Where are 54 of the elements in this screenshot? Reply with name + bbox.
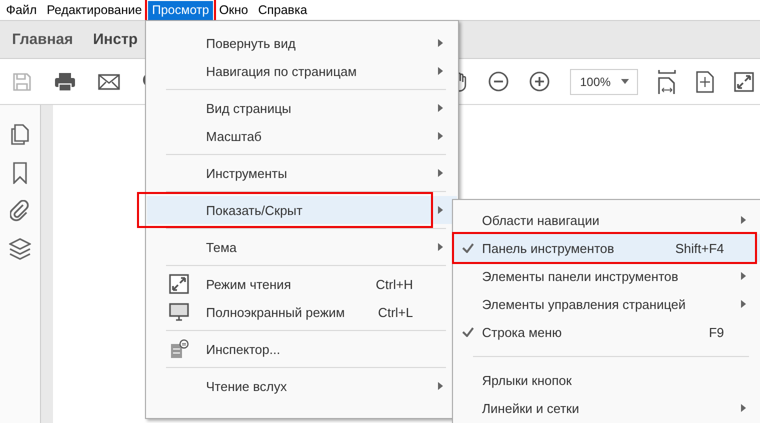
- zoom-dropdown[interactable]: 100%: [570, 68, 638, 94]
- submenu-arrow-icon: [438, 169, 442, 177]
- submenu-arrow-icon: [740, 300, 746, 308]
- submenu-arrow-icon: [438, 132, 442, 140]
- menu-item[interactable]: Справка: [254, 0, 312, 20]
- menu-item[interactable]: Редактирование: [42, 0, 146, 20]
- monitor-icon: [168, 302, 188, 322]
- menu-item[interactable]: Полноэкранный режим Ctrl+L: [147, 298, 457, 326]
- zoom-in-icon[interactable]: [529, 71, 550, 92]
- menu-item[interactable]: Инспектор...: [147, 335, 457, 363]
- menu-item[interactable]: Вид страницы: [147, 94, 457, 122]
- checkmark-icon: [462, 243, 474, 253]
- submenu-arrow-icon: [438, 104, 442, 112]
- menu-item[interactable]: Элементы управления страницей: [454, 290, 760, 318]
- caret-icon: [621, 79, 629, 84]
- pages-icon[interactable]: [10, 124, 30, 146]
- submenu-arrow-icon: [438, 39, 442, 47]
- layers-icon[interactable]: [9, 238, 31, 262]
- menu-item[interactable]: Ярлыки кнопок: [454, 366, 760, 394]
- menu-item[interactable]: Режим чтения Ctrl+H: [147, 270, 457, 298]
- tab[interactable]: Инстр: [93, 31, 138, 48]
- print-icon[interactable]: [54, 72, 76, 92]
- menu-item[interactable]: Просмотр: [148, 0, 214, 20]
- menu-item[interactable]: Области навигации: [454, 206, 760, 234]
- menu-item[interactable]: Элементы панели инструментов: [454, 262, 760, 290]
- submenu-arrow-icon: [438, 243, 442, 251]
- submenu-arrow-icon: [740, 216, 746, 224]
- expand-icon: [168, 274, 188, 294]
- menu-item[interactable]: Инструменты: [147, 159, 457, 187]
- fit-page-icon[interactable]: [696, 70, 714, 92]
- submenu-arrow-icon: [740, 272, 746, 280]
- menu-item[interactable]: Линейки и сетки: [454, 394, 760, 422]
- submenu-arrow-icon: [438, 382, 442, 390]
- menu-item[interactable]: Масштаб: [147, 122, 457, 150]
- zoom-out-icon[interactable]: [488, 71, 509, 92]
- checkmark-icon: [462, 327, 474, 337]
- tab[interactable]: Главная: [12, 31, 74, 48]
- menu-item[interactable]: Повернуть вид: [147, 29, 457, 57]
- submenu-arrow-icon: [438, 67, 442, 75]
- inspector-icon: [168, 339, 188, 359]
- menu-item[interactable]: Тема: [147, 233, 457, 261]
- paperclip-icon[interactable]: [10, 200, 30, 222]
- bookmark-icon[interactable]: [13, 162, 27, 184]
- menu-item[interactable]: Окно: [215, 0, 252, 20]
- fit-width-icon[interactable]: [658, 70, 676, 94]
- submenu-arrow-icon: [438, 206, 442, 214]
- mail-icon[interactable]: [98, 74, 120, 90]
- menu-item[interactable]: Строка меню F9: [454, 318, 760, 346]
- submenu-arrow-icon: [740, 404, 746, 412]
- menu-item[interactable]: Панель инструментов Shift+F4: [454, 234, 760, 262]
- full-screen-icon[interactable]: [734, 72, 754, 92]
- menu-item[interactable]: Навигация по страницам: [147, 57, 457, 85]
- menu-item[interactable]: Чтение вслух: [147, 372, 457, 400]
- menu-item[interactable]: Файл: [2, 0, 41, 20]
